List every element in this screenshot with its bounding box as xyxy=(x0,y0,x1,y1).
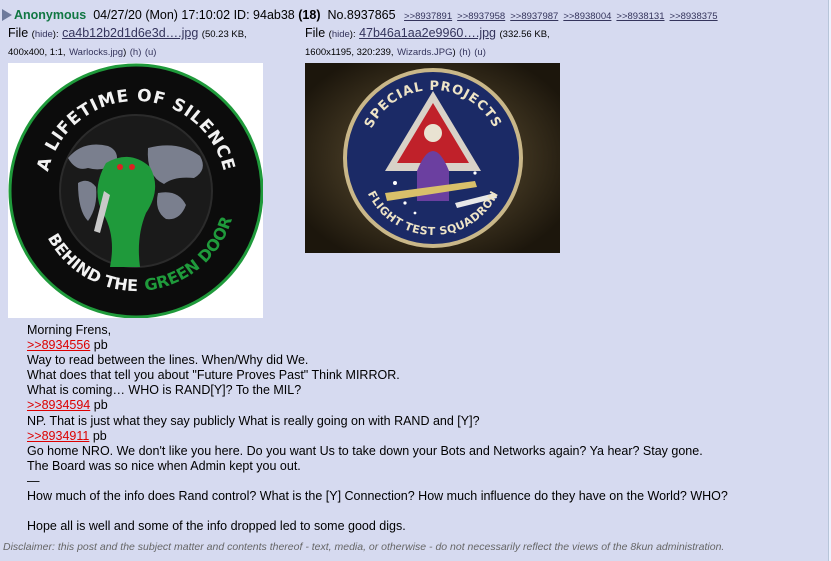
reply-link[interactable]: >>8937958 xyxy=(457,11,505,22)
original-filename-link[interactable]: Warlocks.jpg xyxy=(69,47,123,58)
body-line: Way to read between the lines. When/Why … xyxy=(27,353,309,368)
body-line: What is coming… WHO is RAND[Y]? To the M… xyxy=(27,383,302,398)
post-body: Morning Frens, >>8934556 pb Way to read … xyxy=(27,323,728,534)
body-line: Go home NRO. We don't like you here. Do … xyxy=(27,443,703,458)
file-name-link[interactable]: 47b46a1aa2e9960….jpg xyxy=(359,26,496,40)
file-label: File xyxy=(8,26,29,40)
quote-link[interactable]: >>8934594 xyxy=(27,398,90,412)
disclaimer: Disclaimer: this post and the subject ma… xyxy=(3,541,725,553)
quote-link[interactable]: >>8934911 xyxy=(27,429,89,443)
unique-link[interactable]: (u) xyxy=(145,47,157,58)
original-filename-link[interactable]: Wizards.JPG xyxy=(397,47,452,58)
body-line-quote: >>8934556 pb xyxy=(27,338,108,353)
body-line-quote: >>8934594 pb xyxy=(27,398,108,413)
thumbnail-warlocks[interactable]: A LIFETIME OF SILENCE BEHIND THE GREEN D… xyxy=(8,63,263,318)
file-size: (332.56 KB, xyxy=(499,29,550,40)
body-line: The Board was so nice when Admin kept yo… xyxy=(27,458,301,473)
file-info-2: File (hide): 47b46a1aa2e9960….jpg (332.5… xyxy=(305,26,550,58)
reply-link[interactable]: >>8938131 xyxy=(616,11,664,22)
reply-link[interactable]: >>8937987 xyxy=(510,11,558,22)
reply-links: >>8937891 >>8937958 >>8937987 >>8938004 >>89… xyxy=(399,8,718,22)
thumbnail-wizards[interactable]: SPECIAL PROJECTS FLIGHT TEST SQUADRON xyxy=(305,63,560,253)
post-number[interactable]: No.8937865 xyxy=(327,8,395,22)
reply-link[interactable]: >>8937891 xyxy=(404,11,452,22)
unique-link[interactable]: (u) xyxy=(474,47,486,58)
post-date: 04/27/20 (Mon) 17:10:02 xyxy=(93,8,231,22)
body-line: — xyxy=(27,473,40,488)
poster-id-count: (18) xyxy=(298,8,321,22)
hash-link[interactable]: (h) xyxy=(130,47,142,58)
quote-link[interactable]: >>8934556 xyxy=(27,338,90,352)
hide-file-link[interactable]: hide xyxy=(332,29,350,40)
hash-link[interactable]: (h) xyxy=(459,47,471,58)
warlocks-patch-image: A LIFETIME OF SILENCE BEHIND THE GREEN D… xyxy=(8,63,263,318)
poster-id[interactable]: 94ab38 xyxy=(253,8,295,22)
reply-link[interactable]: >>8938375 xyxy=(670,11,718,22)
body-line: Hope all is well and some of the info dr… xyxy=(27,519,406,534)
post-container: Anonymous 04/27/20 (Mon) 17:10:02 ID: 94… xyxy=(0,0,829,561)
file-dimensions: 1600x1195, 320:239, xyxy=(305,47,394,58)
hide-file-link[interactable]: hide xyxy=(35,29,53,40)
post-menu-triangle-icon[interactable] xyxy=(2,9,12,21)
body-line-blank xyxy=(27,504,728,519)
body-line: How much of the info does Rand control? … xyxy=(27,489,728,504)
body-line-quote: >>8934911 pb xyxy=(27,428,107,443)
file-size: (50.23 KB, xyxy=(201,29,247,40)
post-author: Anonymous xyxy=(14,8,87,22)
poster-id-label: ID: xyxy=(233,8,250,22)
post-intro: Anonymous 04/27/20 (Mon) 17:10:02 ID: 94… xyxy=(2,8,718,22)
file-label: File xyxy=(305,26,326,40)
file-info-1: File (hide): ca4b12b2d1d6e3d….jpg (50.23… xyxy=(8,26,247,58)
body-line: Morning Frens, xyxy=(27,323,112,337)
file-name-link[interactable]: ca4b12b2d1d6e3d….jpg xyxy=(62,26,198,40)
body-line: What does that tell you about "Future Pr… xyxy=(27,368,400,383)
wizards-patch-image: SPECIAL PROJECTS FLIGHT TEST SQUADRON xyxy=(305,63,560,253)
body-line: NP. That is just what they say publicly … xyxy=(27,413,480,428)
file-dimensions: 400x400, 1:1, xyxy=(8,47,66,58)
reply-link[interactable]: >>8938004 xyxy=(563,11,611,22)
